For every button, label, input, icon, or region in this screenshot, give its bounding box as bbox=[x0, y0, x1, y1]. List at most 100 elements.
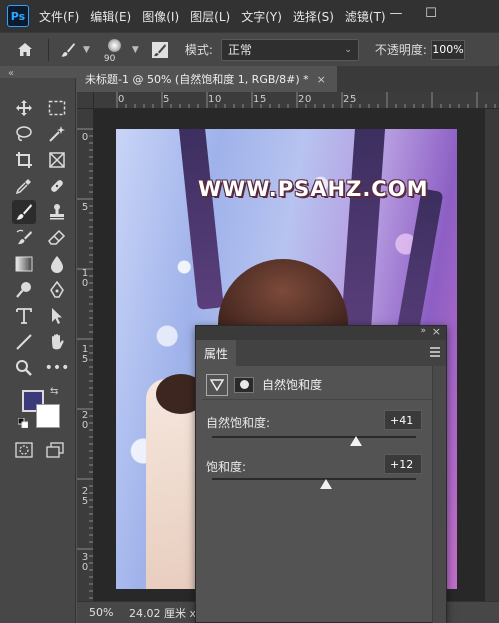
magnifier-icon bbox=[16, 360, 32, 376]
options-bar: ▼ 90 ▼ 模式: 正常 ⌄ 不透明度: 100% bbox=[0, 32, 499, 66]
menu-select[interactable]: 选择(S) bbox=[293, 8, 334, 25]
close-icon[interactable]: × bbox=[432, 325, 441, 338]
menu-type[interactable]: 文字(Y) bbox=[241, 8, 282, 25]
document-size[interactable]: 24.02 厘米 x bbox=[129, 605, 196, 621]
opacity-input[interactable]: 100% bbox=[430, 39, 465, 60]
stamp-tool[interactable] bbox=[45, 200, 69, 224]
brush-icon bbox=[61, 42, 75, 57]
brush-tip-icon bbox=[107, 38, 121, 52]
quick-mask-button[interactable] bbox=[12, 438, 36, 462]
collapse-icon[interactable]: » bbox=[420, 326, 426, 336]
panel-menu-icon[interactable] bbox=[429, 346, 441, 358]
panel-titlebar[interactable]: » × bbox=[196, 325, 446, 340]
magic-wand-tool[interactable] bbox=[45, 122, 69, 146]
ruler-label: 0 bbox=[118, 94, 125, 105]
chevron-down-icon[interactable]: ▼ bbox=[132, 45, 139, 55]
brush-tool[interactable] bbox=[12, 200, 36, 224]
screen-mode-button[interactable] bbox=[43, 438, 67, 462]
brush-preset-button[interactable] bbox=[57, 39, 79, 61]
chevron-down-icon[interactable]: ▼ bbox=[83, 45, 90, 55]
screen-mode-icon bbox=[46, 442, 64, 458]
eraser-tool[interactable] bbox=[45, 226, 69, 250]
zoom-tool[interactable] bbox=[12, 356, 36, 380]
frame-tool[interactable] bbox=[45, 148, 69, 172]
brush-icon bbox=[16, 204, 32, 220]
ruler-label: 0 bbox=[81, 132, 89, 143]
default-colors-icon[interactable] bbox=[18, 418, 28, 428]
marquee-tool[interactable] bbox=[45, 96, 69, 120]
saturation-slider-thumb[interactable] bbox=[320, 479, 333, 489]
pen-tool[interactable] bbox=[45, 278, 69, 302]
dodge-tool[interactable] bbox=[12, 278, 36, 302]
close-icon[interactable]: × bbox=[317, 73, 326, 86]
more-tools-button[interactable]: ••• bbox=[45, 356, 70, 380]
move-tool[interactable] bbox=[12, 96, 36, 120]
ruler-label: 1 bbox=[208, 94, 215, 105]
minimize-button[interactable]: — bbox=[379, 0, 413, 26]
ruler-vertical[interactable]: 0 5 1 0 1 5 2 0 2 5 3 0 bbox=[77, 109, 94, 601]
ruler-label: 1 5 bbox=[81, 344, 89, 365]
brush-size-preview[interactable]: 90 bbox=[102, 36, 128, 64]
marquee-icon bbox=[48, 100, 66, 116]
vertical-scrollbar[interactable] bbox=[485, 109, 499, 601]
menu-image[interactable]: 图像(I) bbox=[142, 8, 179, 25]
menu-layer[interactable]: 图层(L) bbox=[190, 8, 230, 25]
history-brush-icon bbox=[16, 229, 32, 245]
magic-wand-icon bbox=[49, 126, 65, 142]
saturation-slider[interactable] bbox=[212, 478, 416, 480]
gradient-tool[interactable] bbox=[12, 252, 36, 276]
path-selection-tool[interactable] bbox=[45, 304, 69, 328]
tab-properties[interactable]: 属性 bbox=[196, 340, 236, 366]
swap-colors-icon[interactable]: ⇆ bbox=[50, 386, 58, 397]
menu-file[interactable]: 文件(F) bbox=[39, 8, 79, 25]
ruler-corner[interactable] bbox=[77, 92, 94, 109]
zoom-level[interactable]: 50% bbox=[77, 606, 117, 619]
separator bbox=[48, 38, 49, 61]
photoshop-logo: Ps bbox=[7, 5, 29, 27]
vibrance-slider-thumb[interactable] bbox=[349, 436, 362, 446]
line-tool[interactable] bbox=[12, 330, 36, 354]
history-brush-tool[interactable] bbox=[12, 226, 36, 250]
mode-select[interactable]: 正常 ⌄ bbox=[220, 38, 359, 61]
document-tab[interactable]: 未标题-1 @ 50% (自然饱和度 1, RGB/8#) * × bbox=[77, 66, 337, 92]
brush-settings-icon bbox=[151, 41, 168, 58]
eyedropper-tool[interactable] bbox=[12, 174, 36, 198]
ruler-label: 0 bbox=[215, 94, 222, 105]
brush-settings-button[interactable] bbox=[149, 39, 171, 61]
tree-trunk bbox=[340, 129, 386, 340]
mode-label: 模式: bbox=[184, 43, 213, 57]
crop-icon bbox=[16, 152, 32, 168]
ruler-horizontal[interactable]: 0 5 1 0 1 5 2 0 2 5 bbox=[77, 92, 499, 109]
toolbox: ••• ⇆ bbox=[0, 78, 76, 623]
panel-tabbar: 属性 bbox=[196, 340, 446, 366]
ruler-ticks bbox=[116, 92, 496, 108]
arrow-icon bbox=[52, 308, 62, 324]
vibrance-input[interactable]: +41 bbox=[384, 410, 422, 430]
blur-tool[interactable] bbox=[45, 252, 69, 276]
ruler-label: 5 bbox=[81, 202, 89, 213]
vibrance-adjustment-icon[interactable] bbox=[206, 373, 228, 396]
maximize-button[interactable]: ☐ bbox=[414, 0, 448, 26]
vibrance-slider[interactable] bbox=[212, 436, 416, 438]
crop-tool[interactable] bbox=[12, 148, 36, 172]
bandage-icon bbox=[51, 180, 63, 192]
eraser-icon bbox=[48, 229, 66, 245]
frame-icon bbox=[49, 152, 65, 168]
ruler-label: 5 bbox=[163, 94, 170, 105]
healing-brush-tool[interactable] bbox=[45, 174, 69, 198]
background-color-swatch[interactable] bbox=[36, 404, 60, 428]
lasso-tool[interactable] bbox=[12, 122, 36, 146]
stamp-icon bbox=[50, 204, 64, 220]
saturation-input[interactable]: +12 bbox=[384, 454, 422, 474]
type-tool[interactable] bbox=[12, 304, 36, 328]
brush-size-value: 90 bbox=[103, 53, 116, 64]
adjustment-header: 自然饱和度 bbox=[202, 370, 442, 400]
ruler-label: 2 bbox=[298, 94, 305, 105]
panel-scrollbar[interactable] bbox=[432, 366, 446, 623]
pen-icon bbox=[50, 281, 64, 298]
home-button[interactable] bbox=[10, 38, 40, 62]
layer-mask-icon[interactable] bbox=[234, 376, 254, 393]
ruler-label: 1 bbox=[253, 94, 260, 105]
menu-edit[interactable]: 编辑(E) bbox=[90, 8, 131, 25]
hand-tool[interactable] bbox=[45, 330, 69, 354]
